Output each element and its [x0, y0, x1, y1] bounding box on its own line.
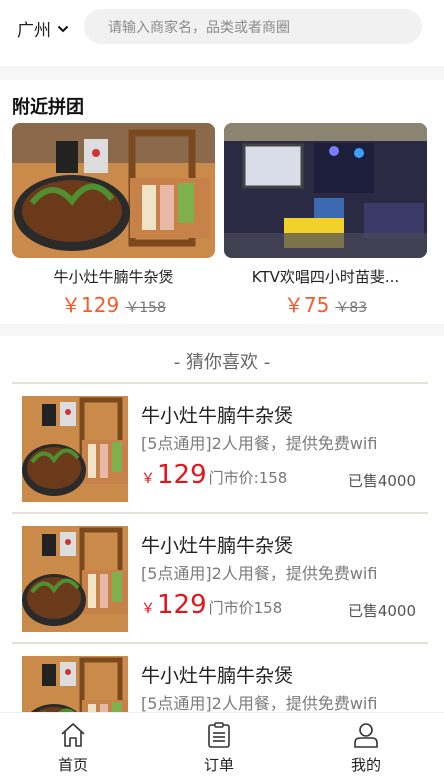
deal-price: ￥75: [283, 293, 330, 317]
bottom-tab-bar: 首页 订单 我的: [0, 712, 444, 782]
nearby-section-title: 附近拼团: [12, 97, 84, 118]
tab-label: 订单: [203, 756, 234, 774]
deal-old-price: ￥83: [335, 300, 368, 316]
deal-name: 牛小灶牛腩牛杂煲: [53, 268, 174, 286]
item-title: 牛小灶牛腩牛杂煲: [141, 405, 294, 427]
tab-orders[interactable]: 订单: [179, 713, 259, 782]
item-price-line: ￥129 门市价158: [141, 590, 282, 620]
currency-symbol: ￥: [141, 471, 155, 487]
user-icon: [354, 723, 378, 748]
tab-home[interactable]: 首页: [33, 713, 113, 782]
nearby-deal-card[interactable]: 牛小灶牛腩牛杂煲 ￥129 ￥158: [12, 123, 215, 318]
nearby-deal-card[interactable]: KTV欢唱四小时苗斐... ￥75 ￥83: [224, 123, 427, 318]
item-price: 129: [157, 460, 207, 490]
item-description: [5点通用]2人用餐，提供免费wifi: [141, 434, 378, 453]
section-gap: [0, 66, 444, 80]
item-market-price: 门市价:158: [208, 469, 288, 487]
page: 广州 请输入商家名，品类或者商圈 附近拼团 牛小灶牛腩牛杂煲 ￥129 ￥158…: [0, 0, 444, 782]
deal-image-food: [12, 123, 215, 258]
item-market-price: 门市价158: [208, 599, 283, 617]
section-gap: [0, 324, 444, 336]
item-title: 牛小灶牛腩牛杂煲: [141, 665, 294, 687]
list-item[interactable]: 牛小灶牛腩牛杂煲 [5点通用]2人用餐，提供免费wifi ￥129 门市价158 …: [0, 514, 444, 642]
home-icon: [61, 723, 85, 747]
list-item[interactable]: 牛小灶牛腩牛杂煲 [5点通用]2人用餐，提供免费wifi ￥129 门市价:158…: [0, 384, 444, 512]
item-thumbnail: [22, 526, 128, 632]
item-price: 129: [157, 590, 207, 620]
city-label: 广州: [17, 21, 51, 41]
item-price-line: ￥129 门市价:158: [141, 460, 287, 490]
city-selector[interactable]: 广州: [17, 16, 69, 41]
item-description: [5点通用]2人用餐，提供免费wifi: [141, 694, 378, 713]
guess-section-title: - 猜你喜欢 -: [173, 352, 271, 373]
deal-price: ￥129: [61, 293, 120, 317]
search-input[interactable]: 请输入商家名，品类或者商圈: [84, 9, 422, 44]
tab-label: 首页: [57, 756, 88, 774]
item-title: 牛小灶牛腩牛杂煲: [141, 535, 294, 557]
deal-old-price: ￥158: [125, 300, 166, 316]
tab-profile[interactable]: 我的: [326, 713, 406, 782]
deal-name: KTV欢唱四小时苗斐...: [251, 268, 400, 286]
tab-label: 我的: [350, 756, 381, 774]
item-sold-count: 已售4000: [347, 472, 416, 490]
chevron-down-icon: [57, 25, 69, 32]
clipboard-icon: [208, 722, 230, 748]
currency-symbol: ￥: [141, 601, 155, 617]
item-thumbnail: [22, 396, 128, 502]
item-sold-count: 已售4000: [347, 602, 416, 620]
deal-image-ktv: [224, 123, 427, 258]
search-placeholder: 请输入商家名，品类或者商圈: [108, 20, 290, 36]
item-description: [5点通用]2人用餐，提供免费wifi: [141, 564, 378, 583]
top-bar: 广州 请输入商家名，品类或者商圈: [0, 0, 444, 56]
